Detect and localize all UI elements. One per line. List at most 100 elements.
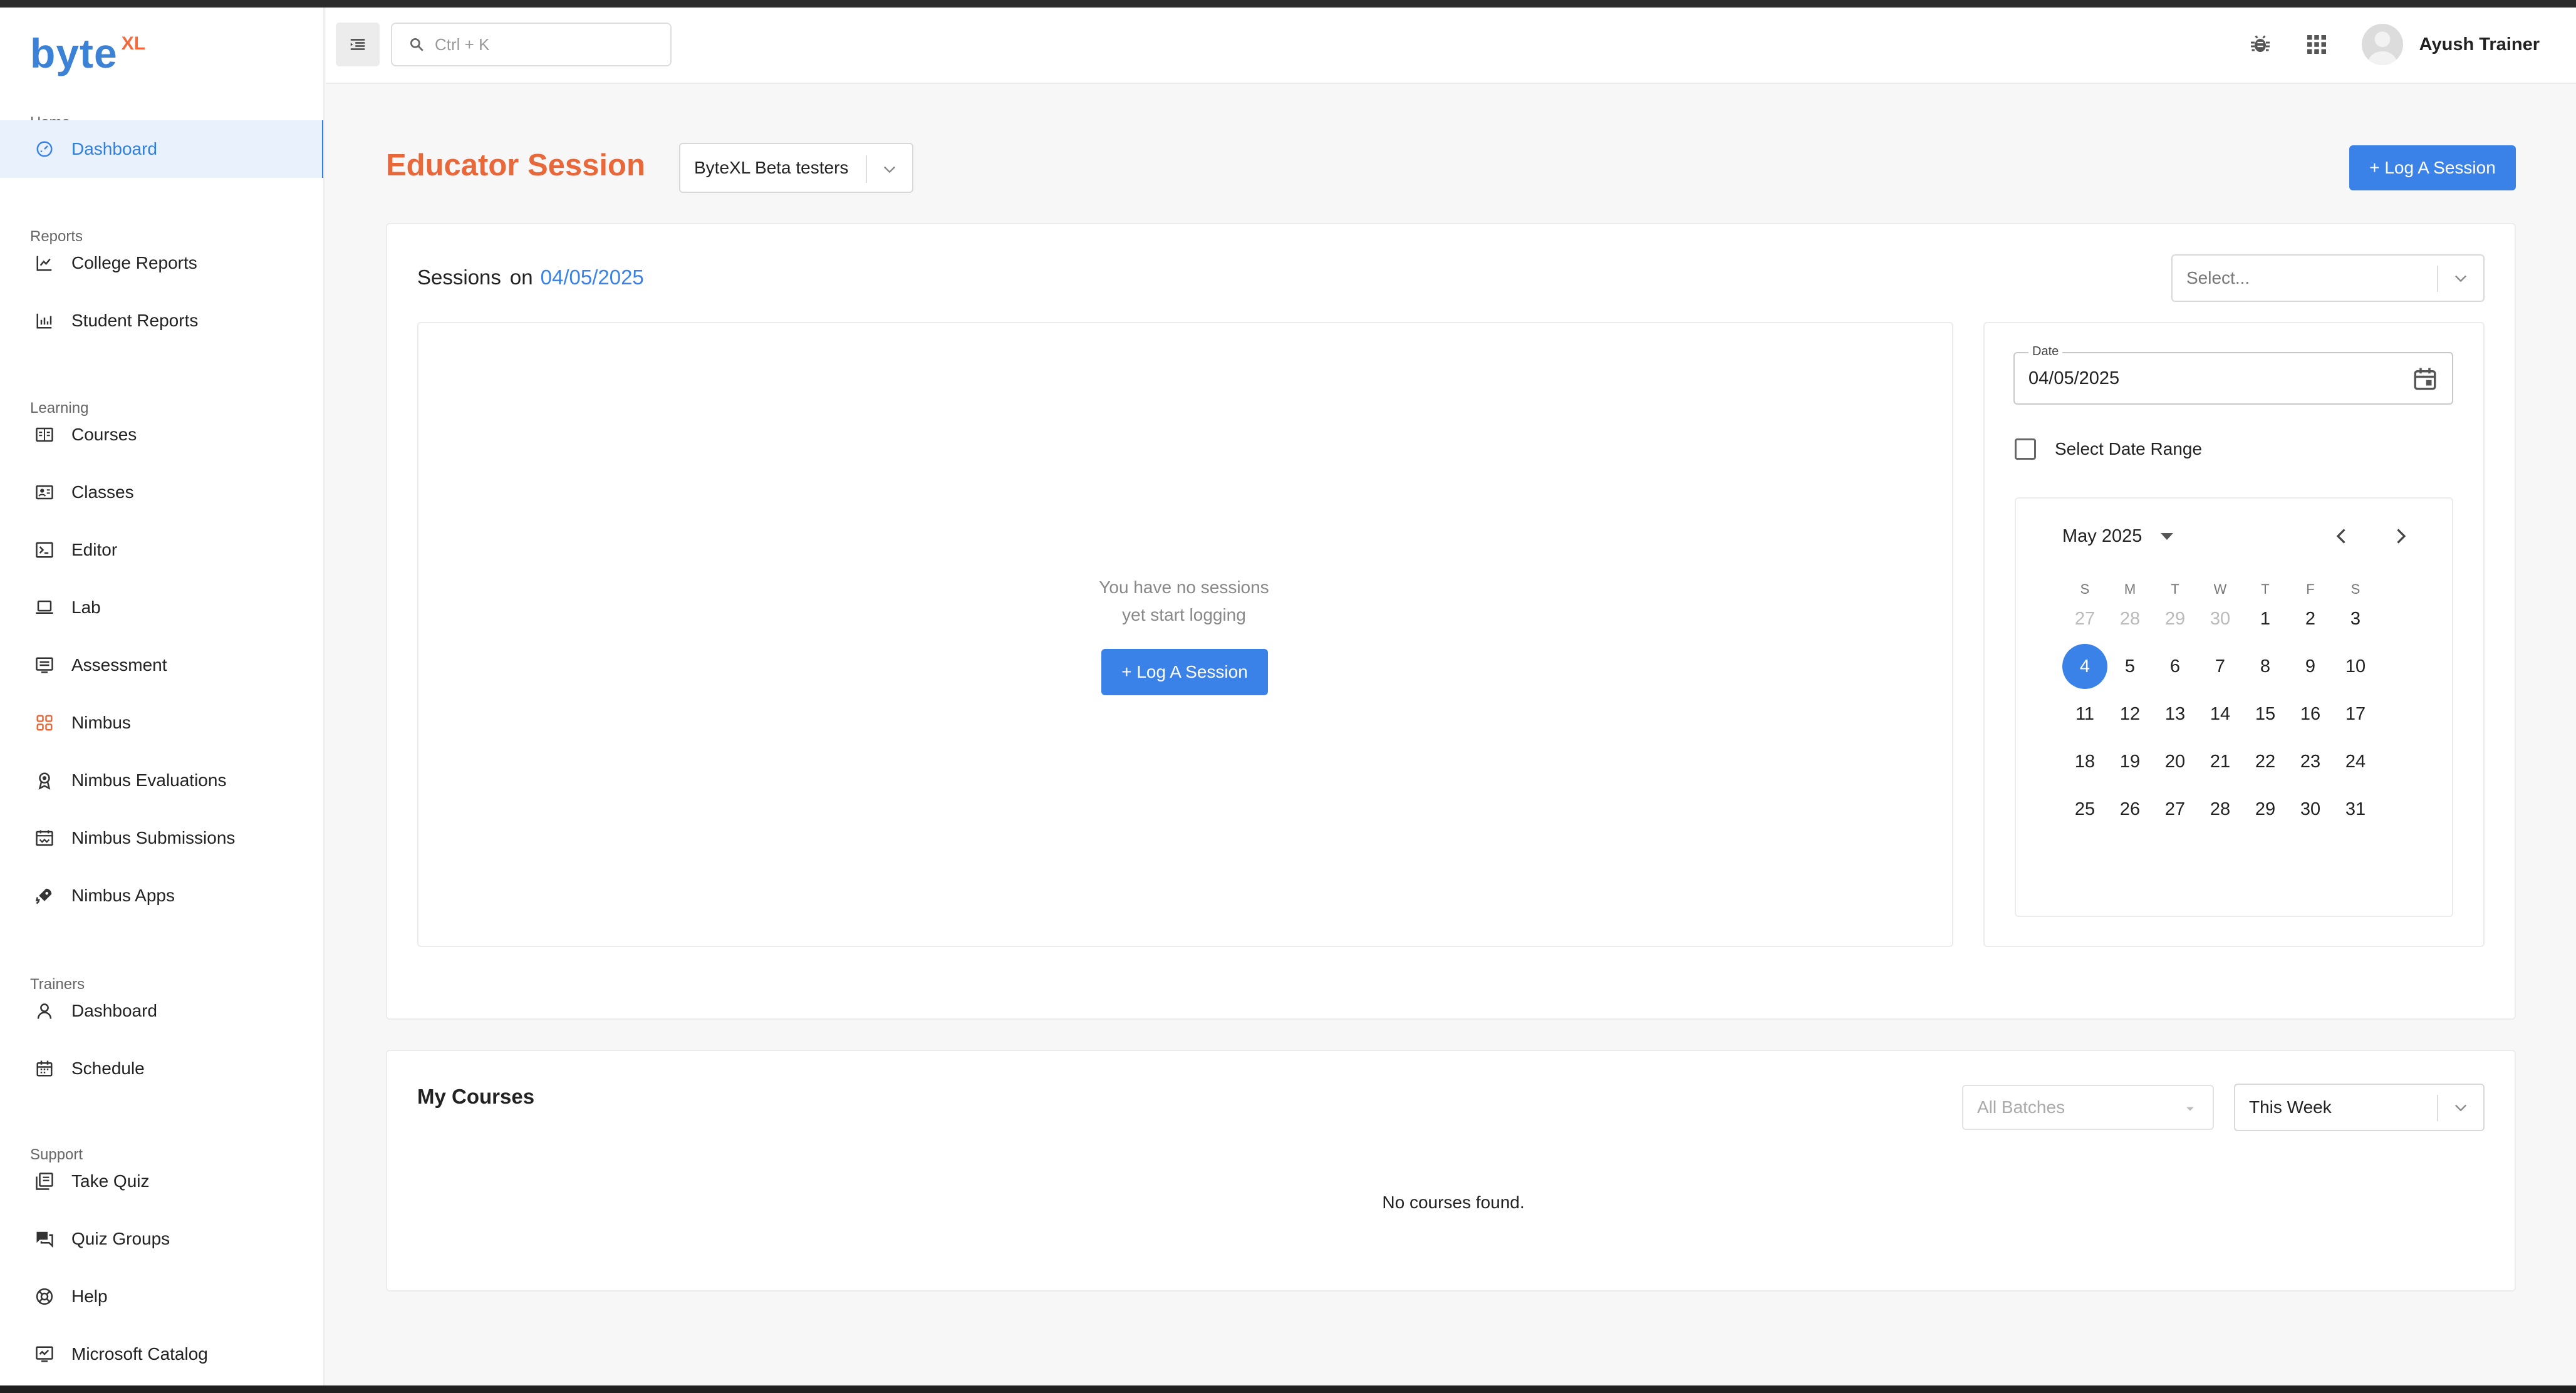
sidebar-item-trainers-schedule[interactable]: Schedule <box>0 1040 323 1097</box>
sidebar-item-learning-nimbus-submissions[interactable]: Nimbus Submissions <box>0 809 323 867</box>
all-batches-placeholder: All Batches <box>1977 1097 2065 1117</box>
calendar-day[interactable]: 5 <box>2107 644 2153 689</box>
calendar-day[interactable]: 17 <box>2333 691 2378 737</box>
log-session-button[interactable]: + Log A Session <box>2349 145 2516 190</box>
calendar-day[interactable]: 27 <box>2062 596 2107 641</box>
calendar-day[interactable]: 6 <box>2153 644 2198 689</box>
calendar-icon[interactable] <box>2412 366 2438 392</box>
search-icon <box>410 38 423 51</box>
period-select[interactable]: This Week <box>2234 1084 2485 1131</box>
batch-select[interactable]: ByteXL Beta testers <box>679 143 913 193</box>
calendar-day[interactable]: 13 <box>2153 691 2198 737</box>
date-range-checkbox[interactable] <box>2015 438 2036 460</box>
sidebar-item-label: Editor <box>71 540 118 559</box>
terminal-icon <box>34 539 55 561</box>
calendar-day[interactable]: 29 <box>2153 596 2198 641</box>
sidebar: byte XL HomeDashboardReportsCollege Repo… <box>0 8 325 1385</box>
calendar-day[interactable]: 10 <box>2333 644 2378 689</box>
dashboard-icon <box>34 138 55 160</box>
calendar-weekday: T <box>2171 581 2179 597</box>
menu-collapse-icon <box>350 39 365 50</box>
sessions-heading: Sessions on 04/05/2025 <box>417 266 644 289</box>
sidebar-item-learning-lab[interactable]: Lab <box>0 579 323 636</box>
calendar-month-select[interactable]: May 2025 <box>2062 526 2174 547</box>
sidebar-item-label: Nimbus Submissions <box>71 828 236 847</box>
calendar-day[interactable]: 30 <box>2198 596 2243 641</box>
calendar-day[interactable]: 3 <box>2333 596 2378 641</box>
calendar-day-selected[interactable]: 4 <box>2062 644 2107 689</box>
chevron-right-icon[interactable] <box>2389 525 2412 547</box>
avatar[interactable] <box>2361 24 2403 65</box>
sidebar-item-support-quiz-groups[interactable]: Quiz Groups <box>0 1210 323 1268</box>
calendar-day[interactable]: 20 <box>2153 739 2198 784</box>
calendar-day[interactable]: 12 <box>2107 691 2153 737</box>
sidebar-item-trainers-dashboard[interactable]: Dashboard <box>0 982 323 1040</box>
session-filter-select[interactable]: Select... <box>2171 254 2485 302</box>
caret-down-icon <box>2161 533 2174 540</box>
bug-report-icon[interactable] <box>2248 32 2273 57</box>
calendar-weekday: F <box>2306 581 2315 597</box>
user-name[interactable]: Ayush Trainer <box>2419 34 2540 55</box>
sidebar-item-support-take-quiz[interactable]: Take Quiz <box>0 1152 323 1210</box>
calendar-day[interactable]: 1 <box>2243 596 2288 641</box>
sidebar-item-label: College Reports <box>71 253 197 272</box>
search-placeholder: Ctrl + K <box>435 34 490 54</box>
log-session-empty-button[interactable]: + Log A Session <box>1101 649 1268 695</box>
calendar-day[interactable]: 19 <box>2107 739 2153 784</box>
calendar-day[interactable]: 27 <box>2153 787 2198 832</box>
logo-superscript: XL <box>121 33 146 54</box>
sidebar-item-label: Classes <box>71 482 134 502</box>
sidebar-item-learning-assessment[interactable]: Assessment <box>0 636 323 694</box>
calendar-day[interactable]: 28 <box>2107 596 2153 641</box>
calendar-day[interactable]: 8 <box>2243 644 2288 689</box>
sidebar-item-learning-classes[interactable]: Classes <box>0 463 323 521</box>
window-top-border <box>0 0 2576 8</box>
chevron-down-icon <box>2455 275 2466 282</box>
date-field[interactable]: Date 04/05/2025 <box>2013 344 2453 405</box>
calendar-day[interactable]: 22 <box>2243 739 2288 784</box>
batch-select-value: ByteXL Beta testers <box>694 158 849 177</box>
bytexl-logo[interactable]: byte XL <box>30 25 145 81</box>
sidebar-item-label: Help <box>71 1287 108 1306</box>
sidebar-item-reports-student-reports[interactable]: Student Reports <box>0 292 323 350</box>
sidebar-item-learning-nimbus-apps[interactable]: Nimbus Apps <box>0 867 323 924</box>
calendar-day[interactable]: 24 <box>2333 739 2378 784</box>
calendar-day[interactable]: 29 <box>2243 787 2288 832</box>
calendar-day[interactable]: 28 <box>2198 787 2243 832</box>
calendar-day[interactable]: 31 <box>2333 787 2378 832</box>
no-sessions-text-line1: You have no sessions <box>1099 577 1269 597</box>
calendar-day[interactable]: 26 <box>2107 787 2153 832</box>
calendar-day[interactable]: 15 <box>2243 691 2288 737</box>
sidebar-item-learning-courses[interactable]: Courses <box>0 406 323 463</box>
sidebar-item-support-microsoft-catalog[interactable]: Microsoft Catalog <box>0 1325 323 1383</box>
calendar-day[interactable]: 23 <box>2288 739 2333 784</box>
sidebar-item-learning-nimbus[interactable]: Nimbus <box>0 694 323 752</box>
all-batches-select[interactable]: All Batches <box>1962 1085 2214 1130</box>
calendar-day[interactable]: 30 <box>2288 787 2333 832</box>
laptop-icon <box>34 597 55 618</box>
quiz-icon <box>34 1171 55 1192</box>
chevron-left-icon[interactable] <box>2330 525 2353 547</box>
sidebar-item-support-help[interactable]: Help <box>0 1268 323 1325</box>
apps-grid-icon[interactable] <box>2304 32 2329 57</box>
calendar-day[interactable]: 18 <box>2062 739 2107 784</box>
sidebar-item-label: Assessment <box>71 655 167 675</box>
calendar-day[interactable]: 25 <box>2062 787 2107 832</box>
session-filter-placeholder: Select... <box>2186 268 2250 287</box>
calendar-day[interactable]: 14 <box>2198 691 2243 737</box>
calendar-day[interactable]: 7 <box>2198 644 2243 689</box>
sidebar-item-home-dashboard[interactable]: Dashboard <box>0 120 323 178</box>
search-input[interactable]: Ctrl + K <box>391 23 672 66</box>
calendar-day[interactable]: 11 <box>2062 691 2107 737</box>
date-range-option[interactable]: Select Date Range <box>2015 438 2202 460</box>
calendar-day[interactable]: 16 <box>2288 691 2333 737</box>
catalog-icon <box>34 1344 55 1365</box>
sidebar-toggle-button[interactable] <box>336 23 380 66</box>
calendar-day[interactable]: 21 <box>2198 739 2243 784</box>
sidebar-item-reports-college-reports[interactable]: College Reports <box>0 234 323 292</box>
sidebar-item-learning-nimbus-evaluations[interactable]: Nimbus Evaluations <box>0 752 323 809</box>
calendar-day[interactable]: 9 <box>2288 644 2333 689</box>
sidebar-item-learning-editor[interactable]: Editor <box>0 521 323 579</box>
calendar-day[interactable]: 2 <box>2288 596 2333 641</box>
assessment-icon <box>34 655 55 676</box>
